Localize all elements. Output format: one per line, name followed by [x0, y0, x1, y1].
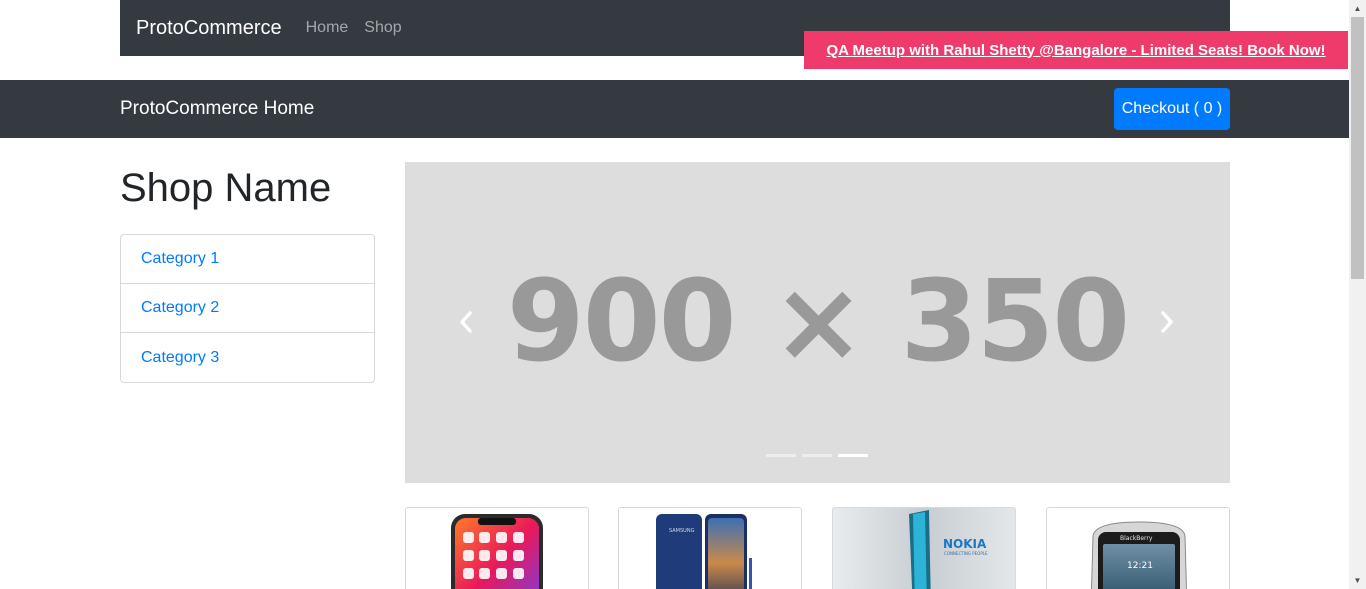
chevron-left-icon[interactable] — [456, 310, 476, 334]
nav-shop-link[interactable]: Shop — [364, 19, 401, 37]
hero-carousel: 900 × 350 — [405, 162, 1230, 483]
category-list: Category 1 Category 2 Category 3 — [120, 234, 375, 383]
svg-text:NOKIA: NOKIA — [943, 537, 987, 551]
product-grid: SAMSUNG NOKIA CONNECTING PEOPLE BlackBer… — [405, 507, 1230, 589]
svg-text:BlackBerry: BlackBerry — [1120, 535, 1153, 542]
carousel-placeholder-text: 900 × 350 — [506, 257, 1130, 387]
brand-logo[interactable]: ProtoCommerce — [136, 17, 282, 40]
product-card[interactable]: SAMSUNG — [618, 507, 802, 589]
promo-link[interactable]: QA Meetup with Rahul Shetty @Bangalore -… — [826, 42, 1325, 59]
blackberry-image[interactable]: BlackBerry 12:21 — [1047, 508, 1230, 589]
category-item-2[interactable]: Category 2 — [121, 284, 374, 333]
carousel-indicators — [766, 454, 868, 457]
category-item-1[interactable]: Category 1 — [121, 235, 374, 284]
checkout-button[interactable]: Checkout ( 0 ) — [1114, 88, 1230, 130]
page-scrollbar[interactable]: ▲ ▼ — [1349, 0, 1366, 589]
iphone-x-image[interactable] — [406, 508, 589, 589]
chevron-right-icon[interactable] — [1157, 310, 1177, 334]
nokia-edge-image[interactable]: NOKIA CONNECTING PEOPLE — [833, 508, 1016, 589]
svg-text:CONNECTING PEOPLE: CONNECTING PEOPLE — [944, 551, 988, 556]
nav-home-link[interactable]: Home — [306, 19, 349, 37]
promo-banner: QA Meetup with Rahul Shetty @Bangalore -… — [804, 31, 1348, 69]
scroll-thumb[interactable] — [1351, 17, 1364, 279]
page-header-bar: ProtoCommerce Home Checkout ( 0 ) — [0, 80, 1349, 138]
carousel-indicator-2[interactable] — [802, 454, 832, 457]
product-card[interactable]: BlackBerry 12:21 — [1046, 507, 1230, 589]
shop-name-heading: Shop Name — [120, 166, 332, 210]
svg-text:12:21: 12:21 — [1127, 561, 1153, 571]
svg-text:SAMSUNG: SAMSUNG — [669, 528, 695, 534]
samsung-note-8-image[interactable]: SAMSUNG — [619, 508, 802, 589]
scroll-up-arrow-icon[interactable]: ▲ — [1349, 0, 1366, 17]
carousel-indicator-1[interactable] — [766, 454, 796, 457]
category-item-3[interactable]: Category 3 — [121, 333, 374, 382]
scroll-down-arrow-icon[interactable]: ▼ — [1349, 572, 1366, 589]
page-title[interactable]: ProtoCommerce Home — [120, 98, 314, 120]
carousel-indicator-3[interactable] — [838, 454, 868, 457]
product-card[interactable] — [405, 507, 589, 589]
product-card[interactable]: NOKIA CONNECTING PEOPLE — [832, 507, 1016, 589]
